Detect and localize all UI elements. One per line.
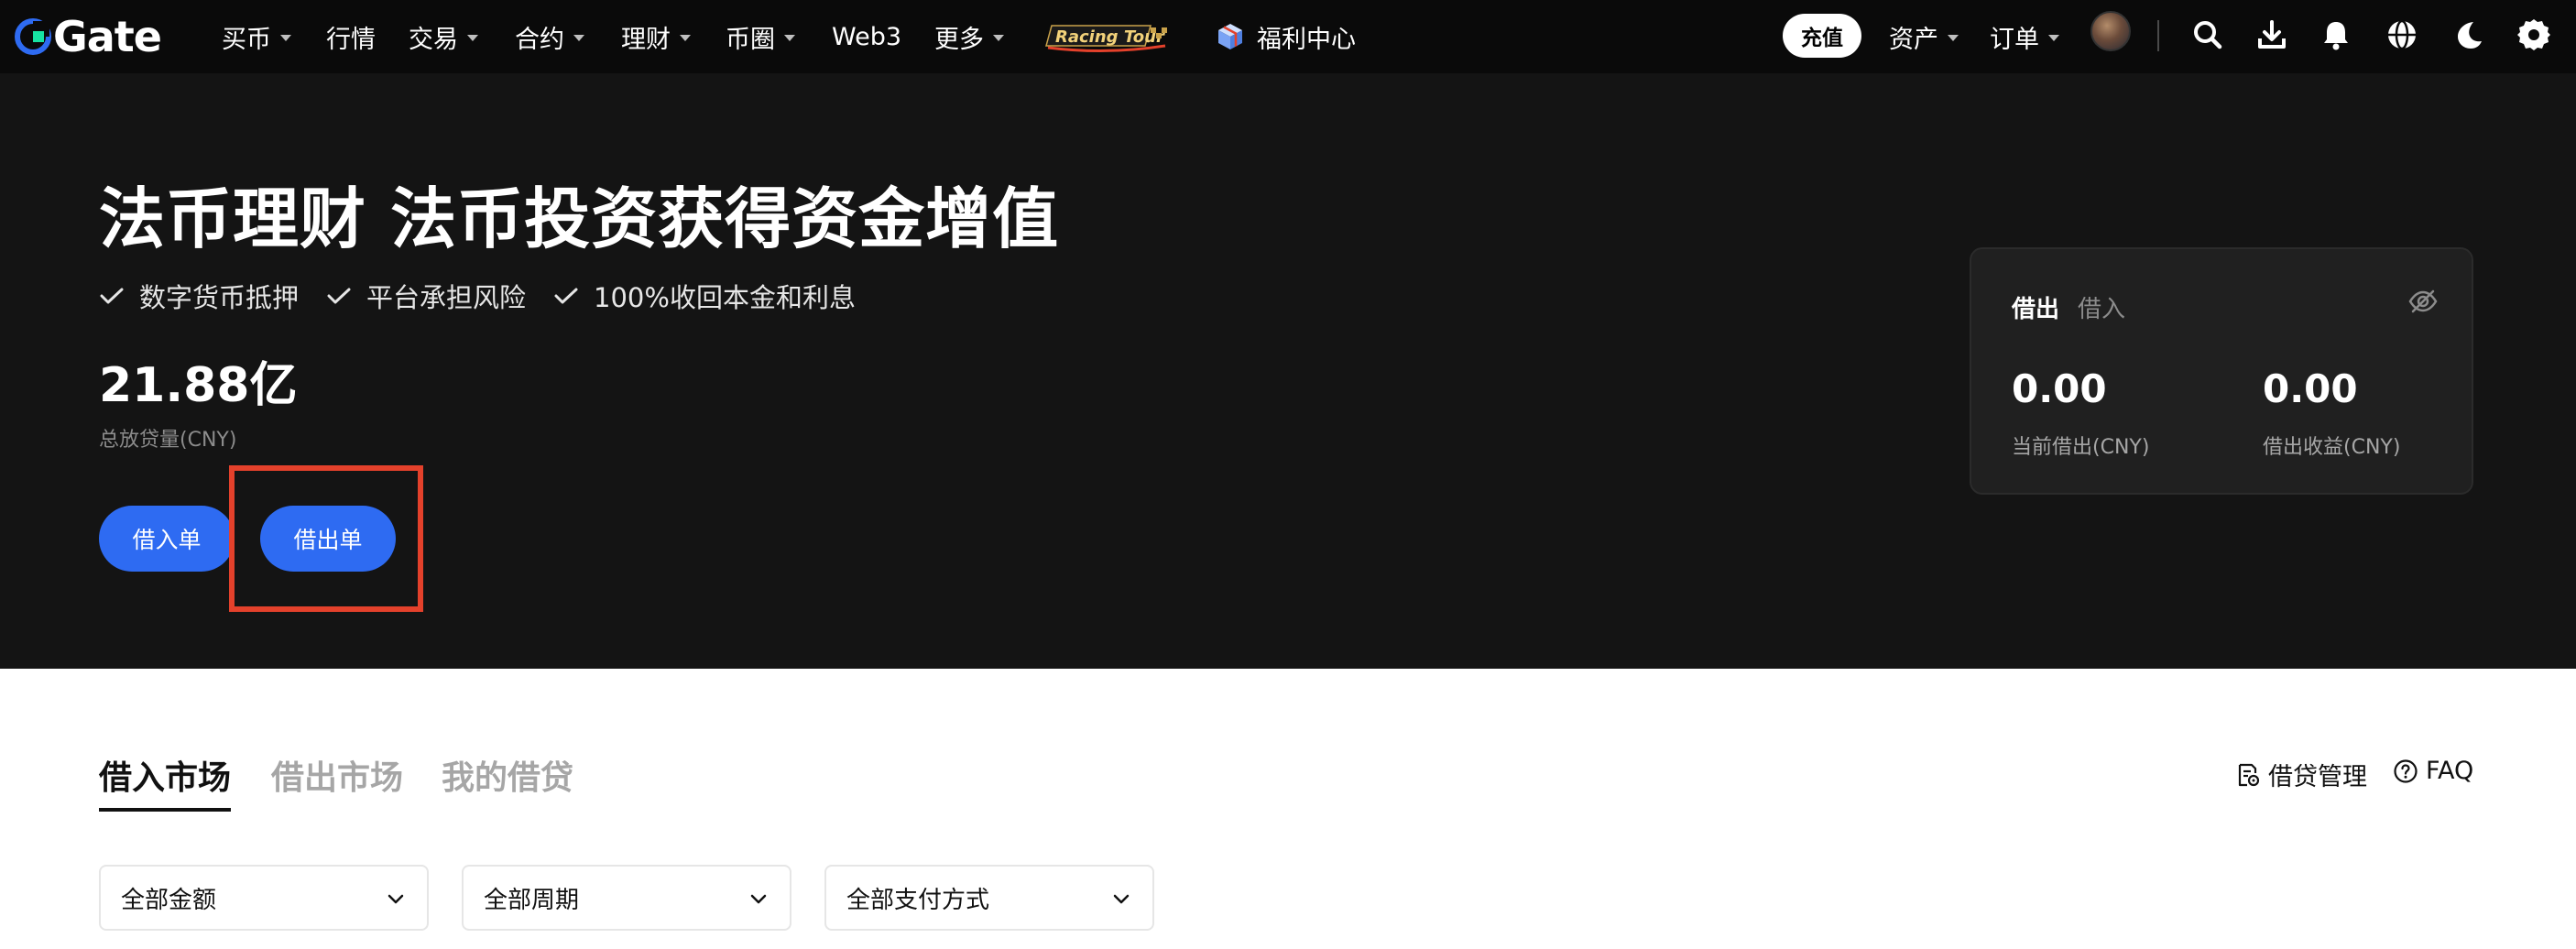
hero-section: 法币理财 法币投资获得资金增值 数字货币抵押 平台承担风险 100%收回本金和利… <box>0 73 2576 669</box>
chevron-down-icon <box>680 35 691 41</box>
nav-trade[interactable]: 交易 <box>409 0 478 73</box>
nav-trade-label: 交易 <box>409 25 458 54</box>
card-tab-lend[interactable]: 借出 <box>2012 290 2059 324</box>
search-icon[interactable] <box>2188 15 2228 55</box>
bell-icon[interactable] <box>2316 15 2356 55</box>
feature-label: 数字货币抵押 <box>139 282 300 313</box>
nav-buy-crypto-label: 买币 <box>222 25 271 54</box>
nav-orders[interactable]: 订单 <box>1990 0 2059 73</box>
lend-income-value: 0.00 <box>2263 366 2358 411</box>
card-tab-borrow[interactable]: 借入 <box>2078 290 2125 324</box>
payment-filter-value: 全部支付方式 <box>846 886 990 914</box>
amount-filter-value: 全部金额 <box>121 886 217 914</box>
page-title: 法币理财 法币投资获得资金增值 <box>99 180 1060 257</box>
gate-logo-icon <box>15 18 51 55</box>
loan-management-link[interactable]: 借贷管理 <box>2235 757 2367 792</box>
feature-item: 100%收回本金和利息 <box>553 277 856 315</box>
top-nav: Gate 买币 行情 交易 合约 理财 币圈 Web3 更多 Racing To… <box>0 0 2576 73</box>
period-filter-value: 全部周期 <box>484 886 580 914</box>
chevron-down-icon <box>1113 894 1130 904</box>
check-icon <box>327 288 351 304</box>
eye-off-icon[interactable] <box>2407 286 2439 317</box>
loan-management-label: 借贷管理 <box>2268 763 2367 791</box>
lending-summary-card: 借出 借入 0.00 当前借出(CNY) 0.00 借出收益(CNY) <box>1970 247 2473 495</box>
download-icon[interactable] <box>2252 15 2292 55</box>
payment-filter-select[interactable]: 全部支付方式 <box>824 865 1154 931</box>
document-settings-icon <box>2238 763 2260 786</box>
nav-futures[interactable]: 合约 <box>515 0 584 73</box>
nav-web3[interactable]: Web3 <box>832 0 901 73</box>
chevron-down-icon <box>387 894 404 904</box>
racing-tour-logo[interactable]: Racing Tour <box>1042 18 1171 55</box>
current-lend-value: 0.00 <box>2012 366 2107 411</box>
active-tab-indicator <box>99 808 231 812</box>
tab-lend-market[interactable]: 借出市场 <box>271 751 403 799</box>
nav-earn-label: 理财 <box>621 25 671 54</box>
avatar[interactable] <box>2090 11 2131 51</box>
total-loan-value: 21.88亿 <box>99 358 298 413</box>
faq-link[interactable]: FAQ <box>2393 757 2473 785</box>
feature-list: 数字货币抵押 平台承担风险 100%收回本金和利息 <box>99 277 883 315</box>
feature-label: 100%收回本金和利息 <box>594 282 856 313</box>
chevron-down-icon <box>2048 35 2059 41</box>
racing-tour-label: Racing Tour <box>1055 27 1165 47</box>
borrow-order-button[interactable]: 借入单 <box>99 506 235 572</box>
feature-item: 平台承担风险 <box>326 277 526 315</box>
feature-label: 平台承担风险 <box>366 282 527 313</box>
chevron-down-icon <box>573 35 584 41</box>
nav-divider <box>2157 20 2159 51</box>
gear-icon[interactable] <box>2514 15 2554 55</box>
total-loan-label: 总放贷量(CNY) <box>99 429 237 452</box>
nav-web3-label: Web3 <box>832 22 902 51</box>
gift-box-icon <box>1218 24 1242 49</box>
lend-income-label: 借出收益(CNY) <box>2263 436 2401 459</box>
check-icon <box>554 288 578 304</box>
gate-logo[interactable]: Gate <box>15 12 162 61</box>
chevron-down-icon <box>750 894 767 904</box>
feature-item: 数字货币抵押 <box>99 277 299 315</box>
nav-community-label: 币圈 <box>726 25 775 54</box>
amount-filter-select[interactable]: 全部金额 <box>99 865 429 931</box>
nav-futures-label: 合约 <box>515 25 564 54</box>
chevron-down-icon <box>467 35 478 41</box>
tab-my-loans[interactable]: 我的借贷 <box>442 751 573 799</box>
recharge-button[interactable]: 充值 <box>1783 14 1861 58</box>
check-icon <box>100 288 124 304</box>
logo-text: Gate <box>53 12 162 61</box>
help-circle-icon <box>2394 758 2418 783</box>
moon-icon[interactable] <box>2448 15 2488 55</box>
period-filter-select[interactable]: 全部周期 <box>462 865 791 931</box>
nav-orders-label: 订单 <box>1990 25 2039 54</box>
nav-more[interactable]: 更多 <box>934 0 1004 73</box>
chevron-down-icon <box>1948 35 1959 41</box>
nav-welfare-center[interactable]: 福利中心 <box>1215 0 1356 73</box>
globe-icon[interactable] <box>2382 15 2422 55</box>
chevron-down-icon <box>784 35 795 41</box>
nav-assets-label: 资产 <box>1889 25 1938 54</box>
highlight-box <box>229 465 423 612</box>
nav-community[interactable]: 币圈 <box>726 0 795 73</box>
chevron-down-icon <box>993 35 1004 41</box>
tab-borrow-market[interactable]: 借入市场 <box>99 751 231 799</box>
welfare-center-label: 福利中心 <box>1257 25 1356 54</box>
chevron-down-icon <box>280 35 291 41</box>
nav-markets-label: 行情 <box>326 25 376 54</box>
nav-assets[interactable]: 资产 <box>1889 0 1959 73</box>
faq-label: FAQ <box>2426 757 2474 785</box>
nav-buy-crypto[interactable]: 买币 <box>222 0 291 73</box>
current-lend-label: 当前借出(CNY) <box>2012 436 2150 459</box>
nav-markets[interactable]: 行情 <box>326 0 376 73</box>
nav-earn[interactable]: 理财 <box>621 0 691 73</box>
nav-more-label: 更多 <box>934 25 984 54</box>
